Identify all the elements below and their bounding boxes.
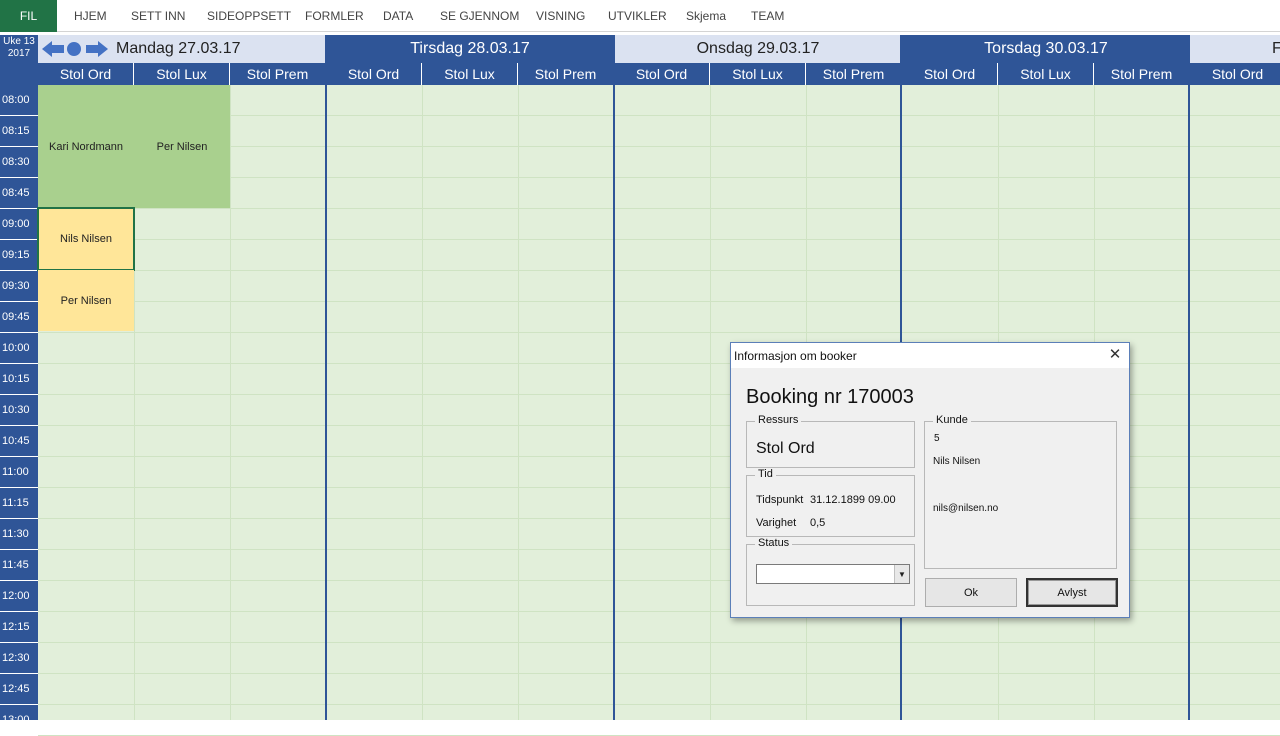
avlyst-button[interactable]: Avlyst (1026, 578, 1118, 607)
col-header-stol-ord: Stol Ord (38, 63, 134, 85)
col-header-stol-ord: Stol Ord (614, 63, 710, 85)
col-header-stol-prem: Stol Prem (230, 63, 326, 85)
ressurs-value: Stol Ord (756, 440, 815, 457)
kunde-email: nils@nilsen.no (933, 503, 999, 514)
day-header-friday: F (1190, 35, 1280, 63)
booking-info-dialog: Informasjon om booker ✕ Booking nr 17000… (730, 342, 1130, 618)
booking-cell[interactable]: Per Nilsen (134, 85, 230, 208)
dialog-title-bar: Informasjon om booker ✕ (731, 343, 1129, 368)
tab-skjema[interactable]: Skjema (686, 9, 726, 23)
booking-number: Booking nr 170003 (746, 386, 914, 408)
tab-data[interactable]: DATA (383, 9, 413, 23)
booking-cell[interactable]: Per Nilsen (38, 270, 134, 331)
day-header-wednesday: Onsdag 29.03.17 (614, 35, 902, 63)
time-slot-label: 11:00 (0, 457, 38, 488)
column-gridline (230, 85, 231, 720)
time-slot-label: 12:30 (0, 643, 38, 674)
time-slot-label: 10:30 (0, 395, 38, 426)
week-label: Uke 13 2017 (0, 35, 38, 63)
kunde-group: Kunde 5 Nils Nilsen nils@nilsen.no (924, 414, 1117, 569)
tab-se-gjennom[interactable]: SE GJENNOM (440, 9, 519, 23)
col-header-stol-ord: Stol Ord (326, 63, 422, 85)
ressurs-group: Ressurs Stol Ord (746, 414, 915, 468)
day-separator (325, 35, 327, 720)
col-header-stol-lux: Stol Lux (710, 63, 806, 85)
time-slot-label: 10:00 (0, 333, 38, 364)
ressurs-legend: Ressurs (755, 414, 802, 426)
time-slot-label: 10:15 (0, 364, 38, 395)
time-slot-label: 09:15 (0, 240, 38, 271)
dialog-title: Informasjon om booker (734, 348, 857, 363)
tab-formler[interactable]: FORMLER (305, 9, 364, 23)
previous-week-icon[interactable] (42, 41, 64, 57)
day-header-label: Tirsdag 28.03.17 (410, 40, 530, 57)
time-slot-label: 11:30 (0, 519, 38, 550)
day-header-tuesday: Tirsdag 28.03.17 (326, 35, 614, 63)
next-week-icon[interactable] (86, 41, 108, 57)
time-slot-label: 12:45 (0, 674, 38, 705)
time-slot-label: 08:45 (0, 178, 38, 209)
tab-utvikler[interactable]: UTVIKLER (608, 9, 667, 23)
status-select[interactable]: ▼ (756, 564, 910, 584)
time-slot-label: 08:15 (0, 116, 38, 147)
tidspunkt-value: 31.12.1899 09.00 (810, 494, 896, 506)
week-number: Uke 13 (3, 36, 35, 47)
status-legend: Status (755, 537, 793, 549)
time-slot-label: 12:00 (0, 581, 38, 612)
close-icon[interactable]: ✕ (1107, 347, 1123, 363)
time-slot-label: 09:30 (0, 271, 38, 302)
tab-visning[interactable]: VISNING (536, 9, 585, 23)
time-slot-label: 10:45 (0, 426, 38, 457)
day-separator (1188, 35, 1190, 720)
week-year: 2017 (7, 48, 31, 59)
varighet-label: Varighet (756, 517, 797, 529)
time-slot-label: 08:30 (0, 147, 38, 178)
col-header-stol-prem: Stol Prem (518, 63, 614, 85)
week-navigation (42, 41, 108, 57)
chevron-down-icon[interactable]: ▼ (894, 565, 909, 583)
day-header-label: Torsdag 30.03.17 (984, 40, 1108, 57)
tidspunkt-label: Tidspunkt (756, 494, 804, 506)
day-header-label: Onsdag 29.03.17 (696, 40, 820, 57)
time-slot-label: 09:00 (0, 209, 38, 240)
time-slot-label: 11:45 (0, 550, 38, 581)
day-header-thursday: Torsdag 30.03.17 (902, 35, 1190, 63)
column-gridline (710, 85, 711, 720)
time-slot-label: 12:15 (0, 612, 38, 643)
booking-cell[interactable]: Kari Nordmann (38, 85, 134, 208)
status-group: Status ▼ (746, 537, 915, 606)
tab-sideoppsett[interactable]: SIDEOPPSETT (207, 9, 291, 23)
file-tab[interactable]: FIL (0, 0, 57, 32)
ribbon: FIL HJEM SETT INN SIDEOPPSETT FORMLER DA… (0, 0, 1280, 32)
tab-team[interactable]: TEAM (751, 9, 784, 23)
col-header-stol-lux: Stol Lux (998, 63, 1094, 85)
tab-sett-inn[interactable]: SETT INN (131, 9, 185, 23)
time-slot-label: 11:15 (0, 488, 38, 519)
kunde-id: 5 (934, 433, 940, 444)
booking-cell-selected[interactable]: Nils Nilsen (37, 207, 135, 271)
col-header-stol-ord: Stol Ord (902, 63, 998, 85)
tid-group: Tid Tidspunkt 31.12.1899 09.00 Varighet … (746, 468, 915, 537)
col-header-stol-lux: Stol Lux (422, 63, 518, 85)
col-header-stol-prem: Stol Prem (1094, 63, 1190, 85)
day-header-label: F (1272, 40, 1280, 57)
tid-legend: Tid (755, 468, 776, 480)
col-header-stol-lux: Stol Lux (134, 63, 230, 85)
varighet-value: 0,5 (810, 517, 826, 529)
ok-button[interactable]: Ok (925, 578, 1017, 607)
time-slot-label: 08:00 (0, 85, 38, 116)
time-slot-label: 13:00 (0, 705, 38, 736)
nav-arrows-icon (42, 41, 108, 57)
kunde-legend: Kunde (933, 414, 971, 426)
col-header-stol-prem: Stol Prem (806, 63, 902, 85)
day-header-label: Mandag 27.03.17 (116, 40, 241, 57)
time-slot-label: 09:45 (0, 302, 38, 333)
col-header-stol-ord: Stol Ord (1190, 63, 1280, 85)
today-icon[interactable] (67, 42, 81, 56)
tab-hjem[interactable]: HJEM (74, 9, 107, 23)
kunde-name: Nils Nilsen (933, 456, 981, 467)
column-gridline (518, 85, 519, 720)
column-gridline (422, 85, 423, 720)
day-separator (613, 35, 615, 720)
